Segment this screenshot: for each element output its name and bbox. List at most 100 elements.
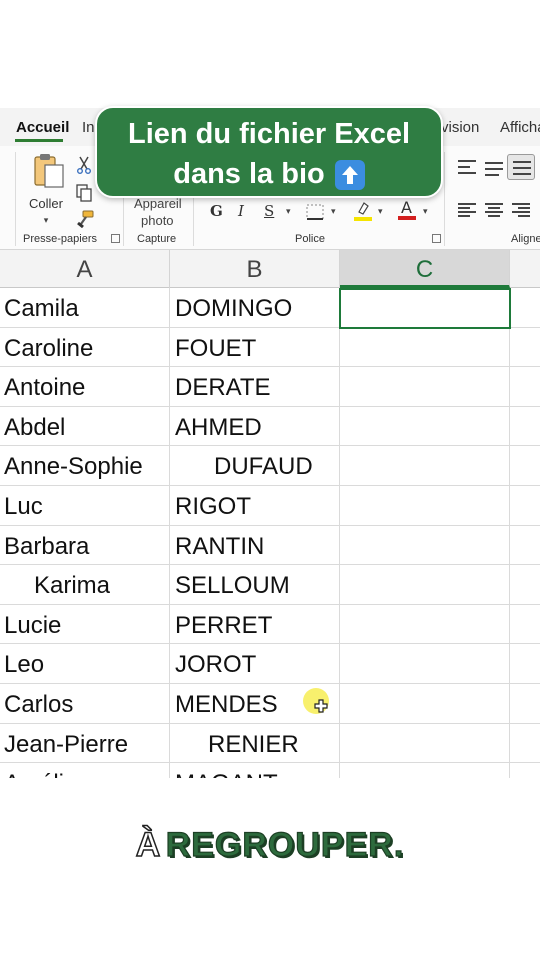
cell-empty[interactable] [510, 565, 540, 605]
table-row: Abdel AHMED [0, 406, 540, 447]
cell-empty[interactable] [340, 763, 510, 778]
cell-empty[interactable] [510, 407, 540, 447]
banner-line-2-wrapper: dans la bio [97, 158, 441, 191]
cell-empty[interactable] [340, 684, 510, 724]
align-center-icon[interactable] [485, 203, 503, 217]
cell-empty[interactable] [510, 763, 540, 778]
font-color-icon[interactable]: A [397, 198, 417, 222]
cell-empty[interactable] [340, 327, 510, 368]
column-header-a[interactable]: A [0, 250, 170, 288]
paste-button-label[interactable]: Coller [29, 196, 63, 211]
cut-icon[interactable] [75, 156, 93, 174]
table-row: Antoine DERATE [0, 367, 540, 407]
align-middle-icon[interactable] [485, 162, 503, 176]
cell-last-name[interactable]: DUFAUD [170, 446, 340, 486]
cell-empty[interactable] [510, 288, 540, 328]
cell-empty[interactable] [510, 367, 540, 407]
column-header-c[interactable]: C [340, 250, 510, 288]
cell-last-name[interactable]: DERATE [170, 367, 340, 407]
cell-first-name[interactable]: Jean-Pierre [0, 723, 170, 764]
cell-last-name[interactable]: AHMED [170, 406, 340, 447]
cell-first-name[interactable]: Anne-Sophie [0, 446, 170, 486]
column-header-b[interactable]: B [170, 250, 340, 288]
underline-button[interactable]: S [264, 202, 274, 220]
table-row: Barbara RANTIN [0, 525, 540, 566]
format-painter-icon[interactable] [75, 210, 95, 228]
cell-first-name[interactable]: Luc [0, 486, 170, 526]
cell-empty[interactable] [340, 604, 510, 645]
italic-button[interactable]: I [238, 202, 244, 220]
cell-first-name[interactable]: Caroline [0, 327, 170, 368]
cell-empty[interactable] [510, 724, 540, 764]
clipboard-dialog-launcher-icon[interactable] [111, 234, 120, 243]
banner-line-2: dans la bio [173, 158, 325, 190]
cell-empty[interactable] [340, 486, 510, 526]
alignment-group-label: Aligne [511, 233, 540, 245]
tab-revision[interactable]: vision [441, 119, 479, 136]
underline-dropdown-chevron-icon[interactable]: ▾ [286, 206, 291, 217]
highlight-dropdown-chevron-icon[interactable]: ▾ [378, 206, 383, 217]
font-color-dropdown-chevron-icon[interactable]: ▾ [423, 206, 428, 217]
cell-empty[interactable] [510, 526, 540, 566]
cell-empty[interactable] [510, 446, 540, 486]
borders-icon[interactable] [306, 204, 324, 220]
cell-empty[interactable] [510, 605, 540, 645]
align-top-icon[interactable] [458, 160, 476, 174]
cell-last-name[interactable]: RANTIN [170, 525, 340, 566]
camera-button-line2[interactable]: photo [141, 213, 174, 228]
cell-empty[interactable] [340, 723, 510, 764]
cell-empty[interactable] [340, 406, 510, 447]
cell-first-name[interactable]: Abdel [0, 406, 170, 447]
cell-first-name[interactable]: Antoine [0, 367, 170, 407]
font-dialog-launcher-icon[interactable] [432, 234, 441, 243]
cell-first-name[interactable]: Lucie [0, 604, 170, 645]
cell-last-name[interactable]: MAGANT [170, 763, 340, 778]
logo-word: REGROUPER. [165, 825, 405, 864]
align-bottom-button[interactable] [507, 154, 535, 180]
cell-last-name[interactable]: SELLOUM [170, 565, 340, 605]
table-row: Anne-Sophie DUFAUD [0, 446, 540, 486]
cell-first-name[interactable]: Amélie [0, 763, 170, 778]
paste-icon[interactable] [31, 151, 67, 191]
cell-last-name[interactable]: JOROT [170, 644, 340, 684]
paste-dropdown-chevron-icon[interactable]: ▾ [40, 214, 52, 226]
align-right-icon[interactable] [512, 203, 530, 217]
bold-button[interactable]: G [210, 202, 223, 220]
cell-empty[interactable] [340, 525, 510, 566]
cell-empty[interactable] [340, 565, 510, 605]
copy-icon[interactable] [75, 184, 93, 202]
logo-prefix: À [135, 825, 162, 865]
active-tab-indicator [15, 139, 63, 142]
camera-button-line1[interactable]: Appareil [134, 196, 182, 211]
tab-insertion[interactable]: In [82, 119, 95, 136]
table-row: Carlos MENDES [0, 684, 540, 724]
highlight-color-icon[interactable] [353, 200, 373, 222]
cell-empty[interactable] [340, 367, 510, 407]
cell-empty[interactable] [510, 486, 540, 526]
up-arrow-icon [334, 159, 365, 190]
cell-empty[interactable] [510, 644, 540, 684]
cell-last-name[interactable]: RENIER [170, 723, 340, 764]
group-separator [15, 152, 16, 246]
cell-empty[interactable] [340, 446, 510, 486]
cell-last-name[interactable]: RIGOT [170, 486, 340, 526]
cell-empty[interactable] [340, 644, 510, 684]
cell-first-name[interactable]: Barbara [0, 525, 170, 566]
cell-first-name[interactable]: Carlos [0, 684, 170, 724]
clipboard-group-label: Presse-papiers [23, 233, 97, 245]
align-left-icon[interactable] [458, 203, 476, 217]
cell-last-name[interactable]: DOMINGO [170, 288, 340, 328]
cell-first-name[interactable]: Leo [0, 644, 170, 684]
cell-empty[interactable] [510, 328, 540, 368]
active-cell-c1[interactable] [339, 288, 511, 329]
column-header-d[interactable] [510, 250, 540, 288]
tab-accueil[interactable]: Accueil [16, 119, 69, 136]
tab-affichage[interactable]: Afficha [500, 119, 540, 136]
cell-empty[interactable] [510, 684, 540, 724]
borders-dropdown-chevron-icon[interactable]: ▾ [331, 206, 336, 217]
bio-link-banner: Lien du fichier Excel dans la bio [95, 106, 443, 198]
cell-first-name[interactable]: Camila [0, 288, 170, 328]
cell-last-name[interactable]: FOUET [170, 327, 340, 368]
cell-last-name[interactable]: PERRET [170, 604, 340, 645]
cell-first-name[interactable]: Karima [0, 565, 170, 605]
